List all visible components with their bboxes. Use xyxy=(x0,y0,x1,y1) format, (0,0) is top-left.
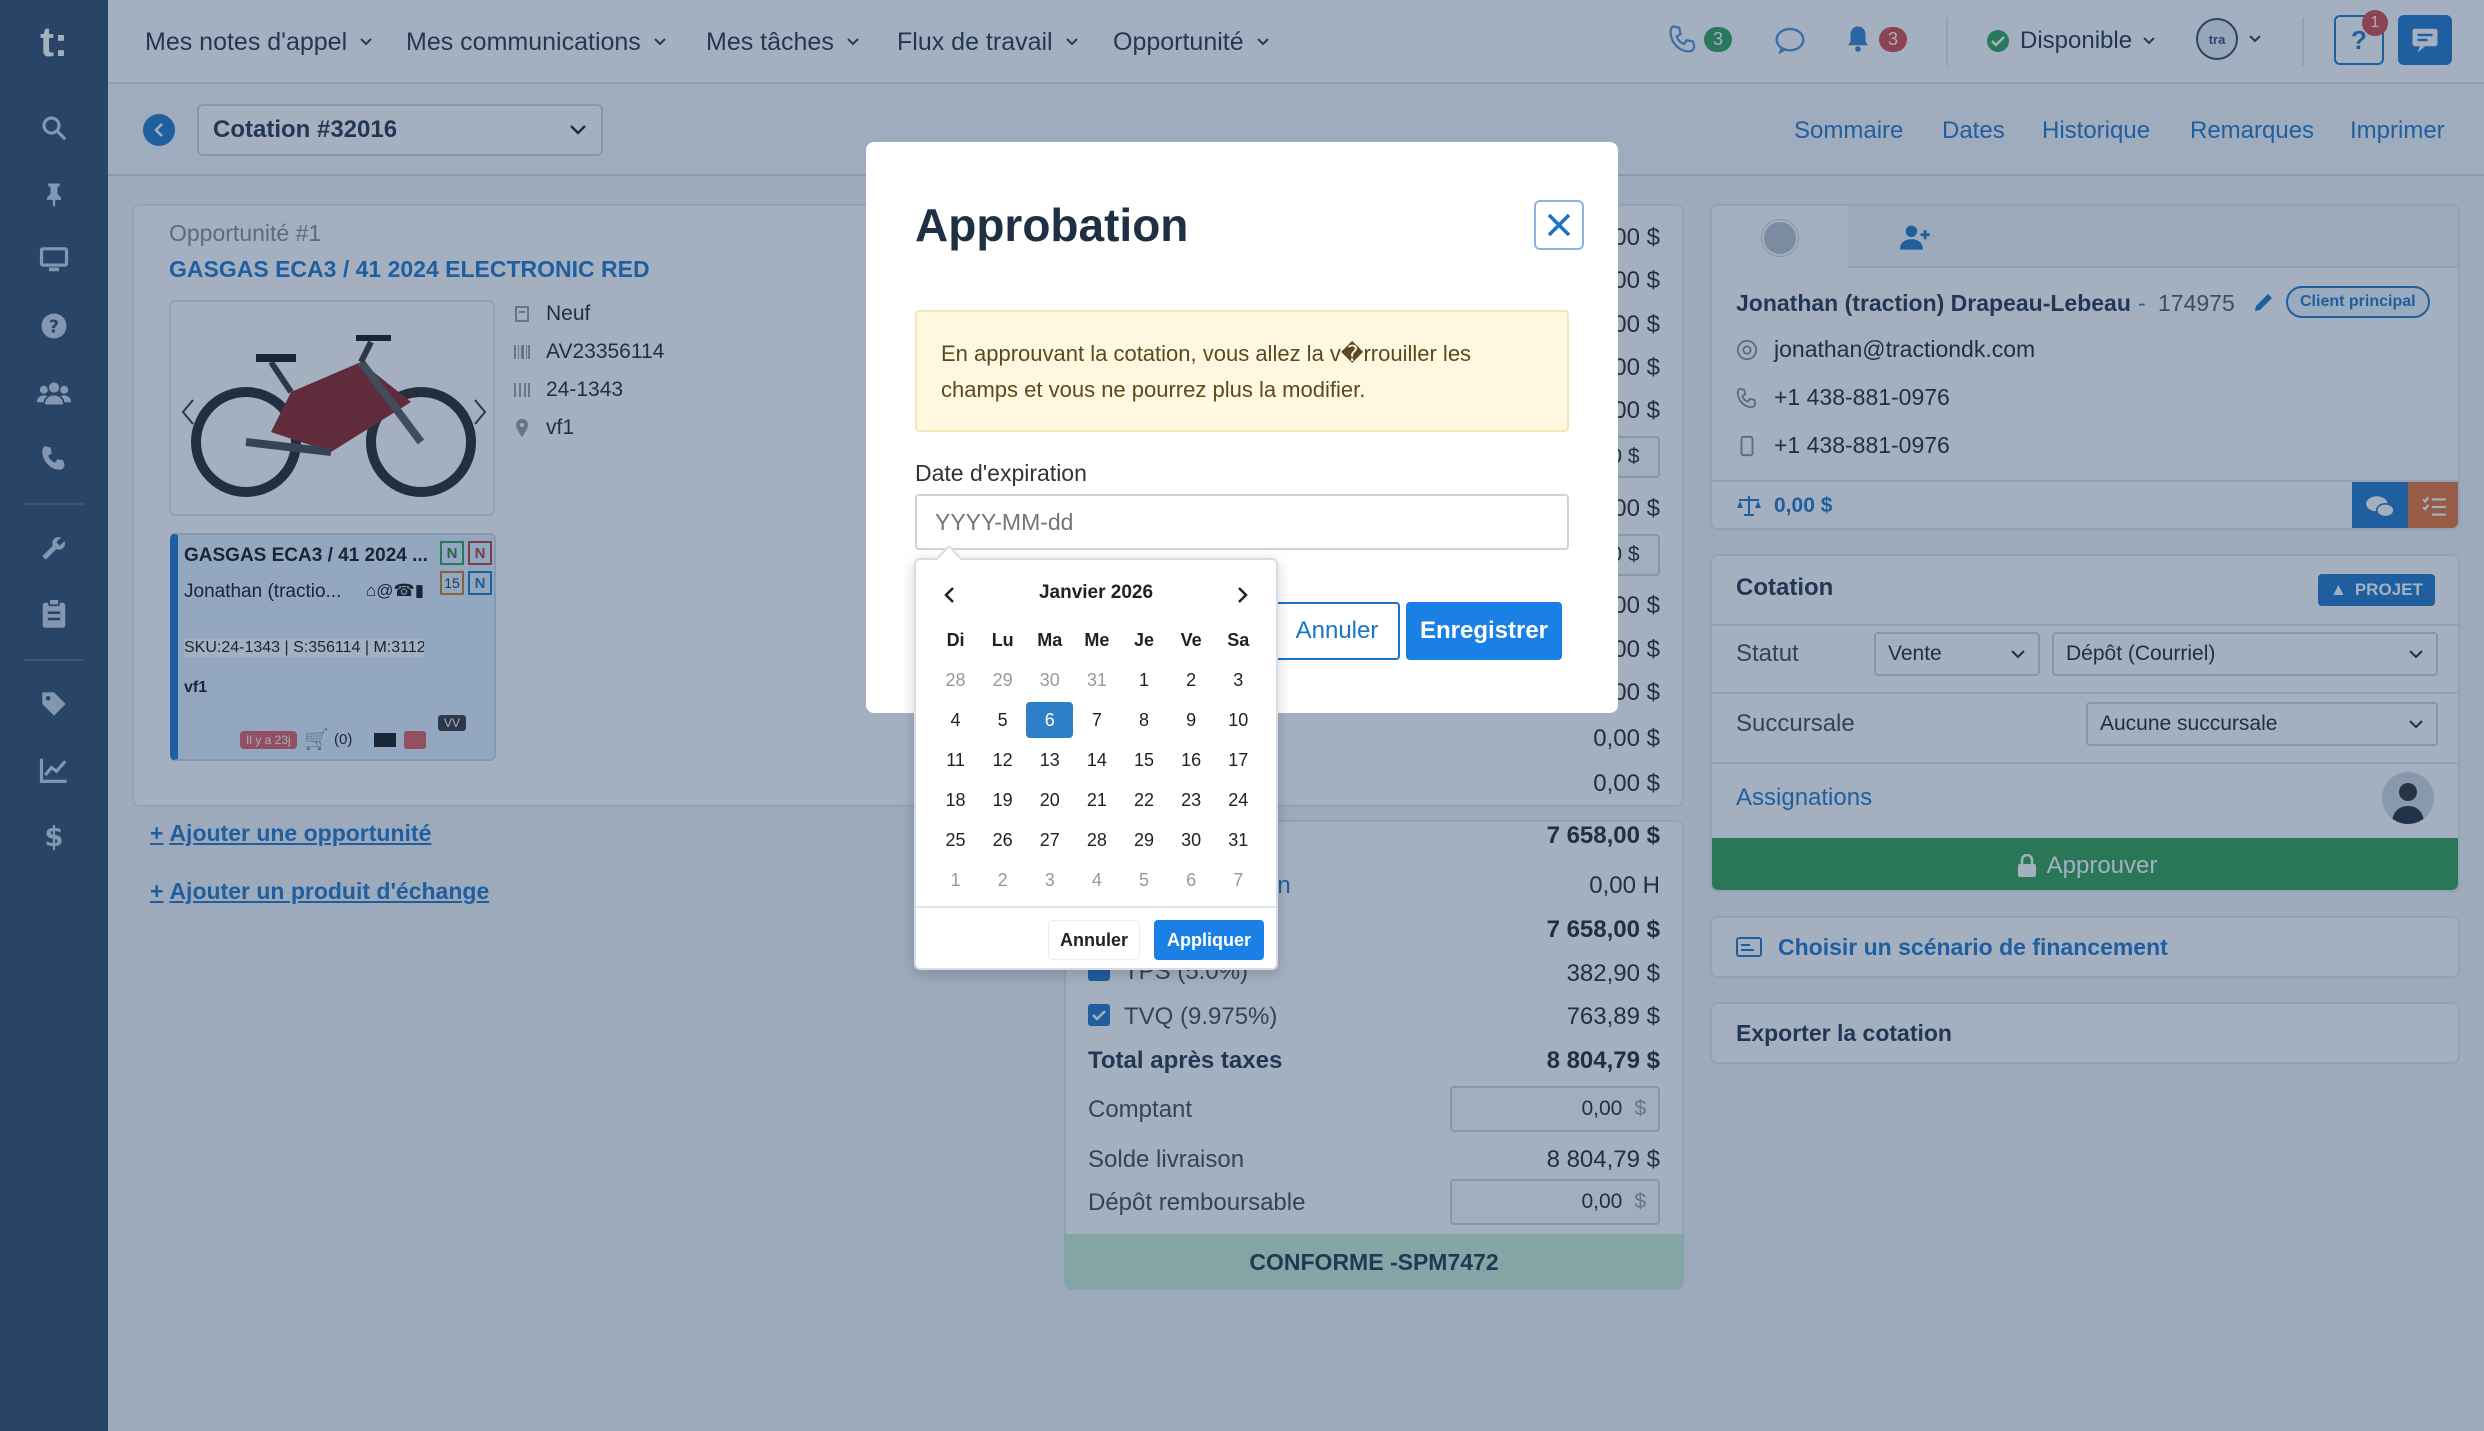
calendar-week: 18 19 20 21 22 23 24 xyxy=(932,780,1262,820)
calendar-day[interactable]: 19 xyxy=(979,780,1026,820)
calendar-day[interactable]: 7 xyxy=(1215,860,1262,900)
weekday-row: Di Lu Ma Me Je Ve Sa xyxy=(932,620,1262,660)
prev-month-button[interactable] xyxy=(934,580,964,610)
calendar-day[interactable]: 24 xyxy=(1215,780,1262,820)
calendar-day[interactable]: 20 xyxy=(1026,780,1073,820)
expiration-date-input[interactable] xyxy=(915,494,1569,550)
calendar-day[interactable]: 1 xyxy=(1121,660,1168,700)
calendar-day[interactable]: 21 xyxy=(1073,780,1120,820)
calendar-day[interactable]: 18 xyxy=(932,780,979,820)
calendar-day[interactable]: 30 xyxy=(1026,660,1073,700)
modal-title: Approbation xyxy=(915,199,1189,251)
close-icon xyxy=(1547,213,1571,237)
calendar-day[interactable]: 10 xyxy=(1215,700,1262,740)
calendar-day[interactable]: 3 xyxy=(1215,660,1262,700)
calendar-day[interactable]: 15 xyxy=(1121,740,1168,780)
calendar-day[interactable]: 29 xyxy=(979,660,1026,700)
datepicker: Janvier 2026 Di Lu Ma Me Je Ve Sa 28 29 … xyxy=(914,546,1278,970)
calendar-cancel-button[interactable]: Annuler xyxy=(1048,920,1140,960)
calendar-day[interactable]: 13 xyxy=(1026,740,1073,780)
calendar-day[interactable]: 30 xyxy=(1168,820,1215,860)
calendar-day[interactable]: 14 xyxy=(1073,740,1120,780)
calendar-day[interactable]: 31 xyxy=(1073,660,1120,700)
warning-alert: En approuvant la cotation, vous allez la… xyxy=(915,310,1569,432)
calendar-day[interactable]: 17 xyxy=(1215,740,1262,780)
calendar-day[interactable]: 27 xyxy=(1026,820,1073,860)
calendar-day[interactable]: 31 xyxy=(1215,820,1262,860)
calendar-week: 1 2 3 4 5 6 7 xyxy=(932,860,1262,900)
calendar-day[interactable]: 11 xyxy=(932,740,979,780)
weekday-label: Ma xyxy=(1037,629,1063,650)
weekday-label: Me xyxy=(1084,629,1110,650)
calendar-day[interactable]: 1 xyxy=(932,860,979,900)
popover-arrow xyxy=(936,546,962,560)
calendar-day[interactable]: 6 xyxy=(1168,860,1215,900)
calendar-week: 11 12 13 14 15 16 17 xyxy=(932,740,1262,780)
calendar-day[interactable]: 16 xyxy=(1168,740,1215,780)
chevron-right-icon xyxy=(1238,587,1248,603)
calendar-apply-button[interactable]: Appliquer xyxy=(1154,920,1264,960)
weekday-label: Lu xyxy=(991,629,1014,650)
calendar-day[interactable]: 7 xyxy=(1073,700,1120,740)
calendar-day[interactable]: 23 xyxy=(1168,780,1215,820)
cancel-button[interactable]: Annuler xyxy=(1274,602,1400,660)
calendar-day[interactable]: 4 xyxy=(932,700,979,740)
calendar-day[interactable]: 5 xyxy=(1121,860,1168,900)
next-month-button[interactable] xyxy=(1228,580,1258,610)
calendar-day[interactable]: 8 xyxy=(1121,700,1168,740)
calendar-day[interactable]: 3 xyxy=(1026,860,1073,900)
calendar-day[interactable]: 28 xyxy=(1073,820,1120,860)
calendar-day[interactable]: 28 xyxy=(932,660,979,700)
weekday-label: Sa xyxy=(1227,629,1250,650)
calendar-day[interactable]: 22 xyxy=(1121,780,1168,820)
calendar-day[interactable]: 29 xyxy=(1121,820,1168,860)
calendar-day[interactable]: 2 xyxy=(1168,660,1215,700)
calendar-day[interactable]: 9 xyxy=(1168,700,1215,740)
calendar-month-label: Janvier 2026 xyxy=(1038,582,1154,603)
calendar-day[interactable]: 25 xyxy=(932,820,979,860)
calendar-day[interactable]: 4 xyxy=(1073,860,1120,900)
calendar-week: 28 29 30 31 1 2 3 xyxy=(932,660,1262,700)
calendar-week: 4 5 6 7 8 9 10 xyxy=(932,700,1262,740)
weekday-label: Di xyxy=(946,629,965,650)
weekday-label: Je xyxy=(1134,629,1155,650)
calendar-day[interactable]: 5 xyxy=(979,700,1026,740)
calendar-day[interactable]: 12 xyxy=(979,740,1026,780)
close-button[interactable] xyxy=(1534,200,1584,250)
divider xyxy=(916,906,1276,908)
calendar-grid: Di Lu Ma Me Je Ve Sa 28 29 30 31 1 2 3 4… xyxy=(932,620,1262,900)
calendar-day[interactable]: 26 xyxy=(979,820,1026,860)
calendar-day[interactable]: 2 xyxy=(979,860,1026,900)
chevron-left-icon xyxy=(944,587,954,603)
calendar-week: 25 26 27 28 29 30 31 xyxy=(932,820,1262,860)
save-button[interactable]: Enregistrer xyxy=(1406,602,1562,660)
expiration-label: Date d'expiration xyxy=(915,460,1087,486)
weekday-label: Ve xyxy=(1180,629,1202,650)
calendar-day-selected[interactable]: 6 xyxy=(1026,702,1074,738)
